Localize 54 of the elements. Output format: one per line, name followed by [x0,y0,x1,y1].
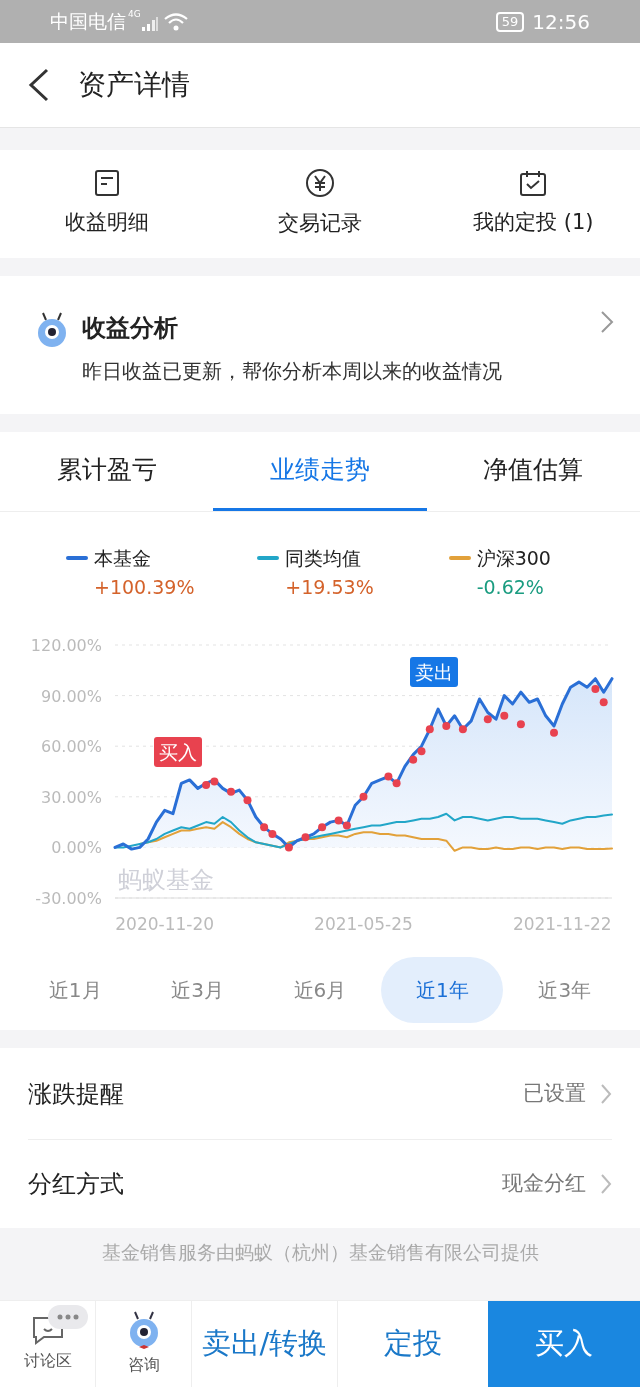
page-title: 资产详情 [78,67,190,103]
x-tick-label: 2020-11-20 [115,914,215,934]
y-tick-label: 60.00% [41,737,102,757]
legend-change: +19.53% [285,574,375,600]
document-icon [93,169,120,198]
period-button[interactable]: 近3年 [503,957,626,1023]
yen-icon [305,168,335,199]
trade-tag: 买入 [154,737,202,767]
carrier: 中国电信 [50,9,126,35]
legend-change: +100.39% [94,574,196,600]
network-type: 4G [128,8,141,21]
analysis-title: 收益分析 [82,313,179,344]
period-button[interactable]: 近1年 [381,957,504,1023]
chevron-right-icon [600,310,614,334]
more-icon [48,1305,88,1329]
chevron-right-icon [600,1082,612,1105]
shortcut-button[interactable]: 我的定投 (1) [426,150,640,258]
invest-button[interactable]: 定投 [338,1301,488,1387]
y-tick-label: 90.00% [41,686,102,706]
legend-label: 沪深300 [476,546,551,571]
wifi-icon [162,11,189,32]
period-button[interactable]: 近6月 [258,957,381,1023]
y-tick-label: 0.00% [51,838,102,858]
sell-button[interactable]: 卖出/转换 [192,1301,338,1387]
trade-tag: 卖出 [410,657,458,687]
signal-icon [140,15,159,32]
y-tick-label: -30.00% [35,889,102,908]
legend-label: 同类均值 [285,546,362,571]
legend-label: 本基金 [94,546,151,571]
mascot-icon [36,312,68,348]
x-tick-label: 2021-05-25 [314,914,413,934]
consult-button[interactable]: 咨询 [96,1301,192,1387]
y-tick-label: 30.00% [41,787,102,807]
buy-button[interactable]: 买入 [488,1301,640,1387]
back-icon[interactable] [28,68,50,102]
settings-row[interactable]: 分红方式 现金分红 [28,1140,612,1228]
shortcut-button[interactable]: 交易记录 [213,150,427,258]
period-button[interactable]: 近3月 [136,957,259,1023]
tab[interactable]: 净值估算 [426,432,640,511]
calendar-check-icon [519,169,548,198]
x-tick-label: 2021-11-22 [512,914,612,934]
discussion-button[interactable]: 讨论区 [0,1301,96,1387]
period-button[interactable]: 近1月 [14,957,137,1023]
shortcut-button[interactable]: 收益明细 [0,150,214,258]
battery-indicator: 59 [495,11,525,32]
analysis-subtitle: 昨日收益已更新，帮你分析本周以来的收益情况 [82,358,502,385]
chevron-right-icon [600,1173,612,1195]
settings-row[interactable]: 涨跌提醒 已设置 [28,1048,612,1140]
y-tick-label: 120.00% [30,636,102,655]
footer-note: 基金销售服务由蚂蚁（杭州）基金销售有限公司提供 [101,1240,539,1265]
analysis-card[interactable]: 收益分析 昨日收益已更新，帮你分析本周以来的收益情况 [0,276,640,414]
legend-change: -0.62% [476,574,545,600]
clock: 12:56 [532,8,590,36]
tab[interactable]: 累计盈亏 [0,432,214,511]
